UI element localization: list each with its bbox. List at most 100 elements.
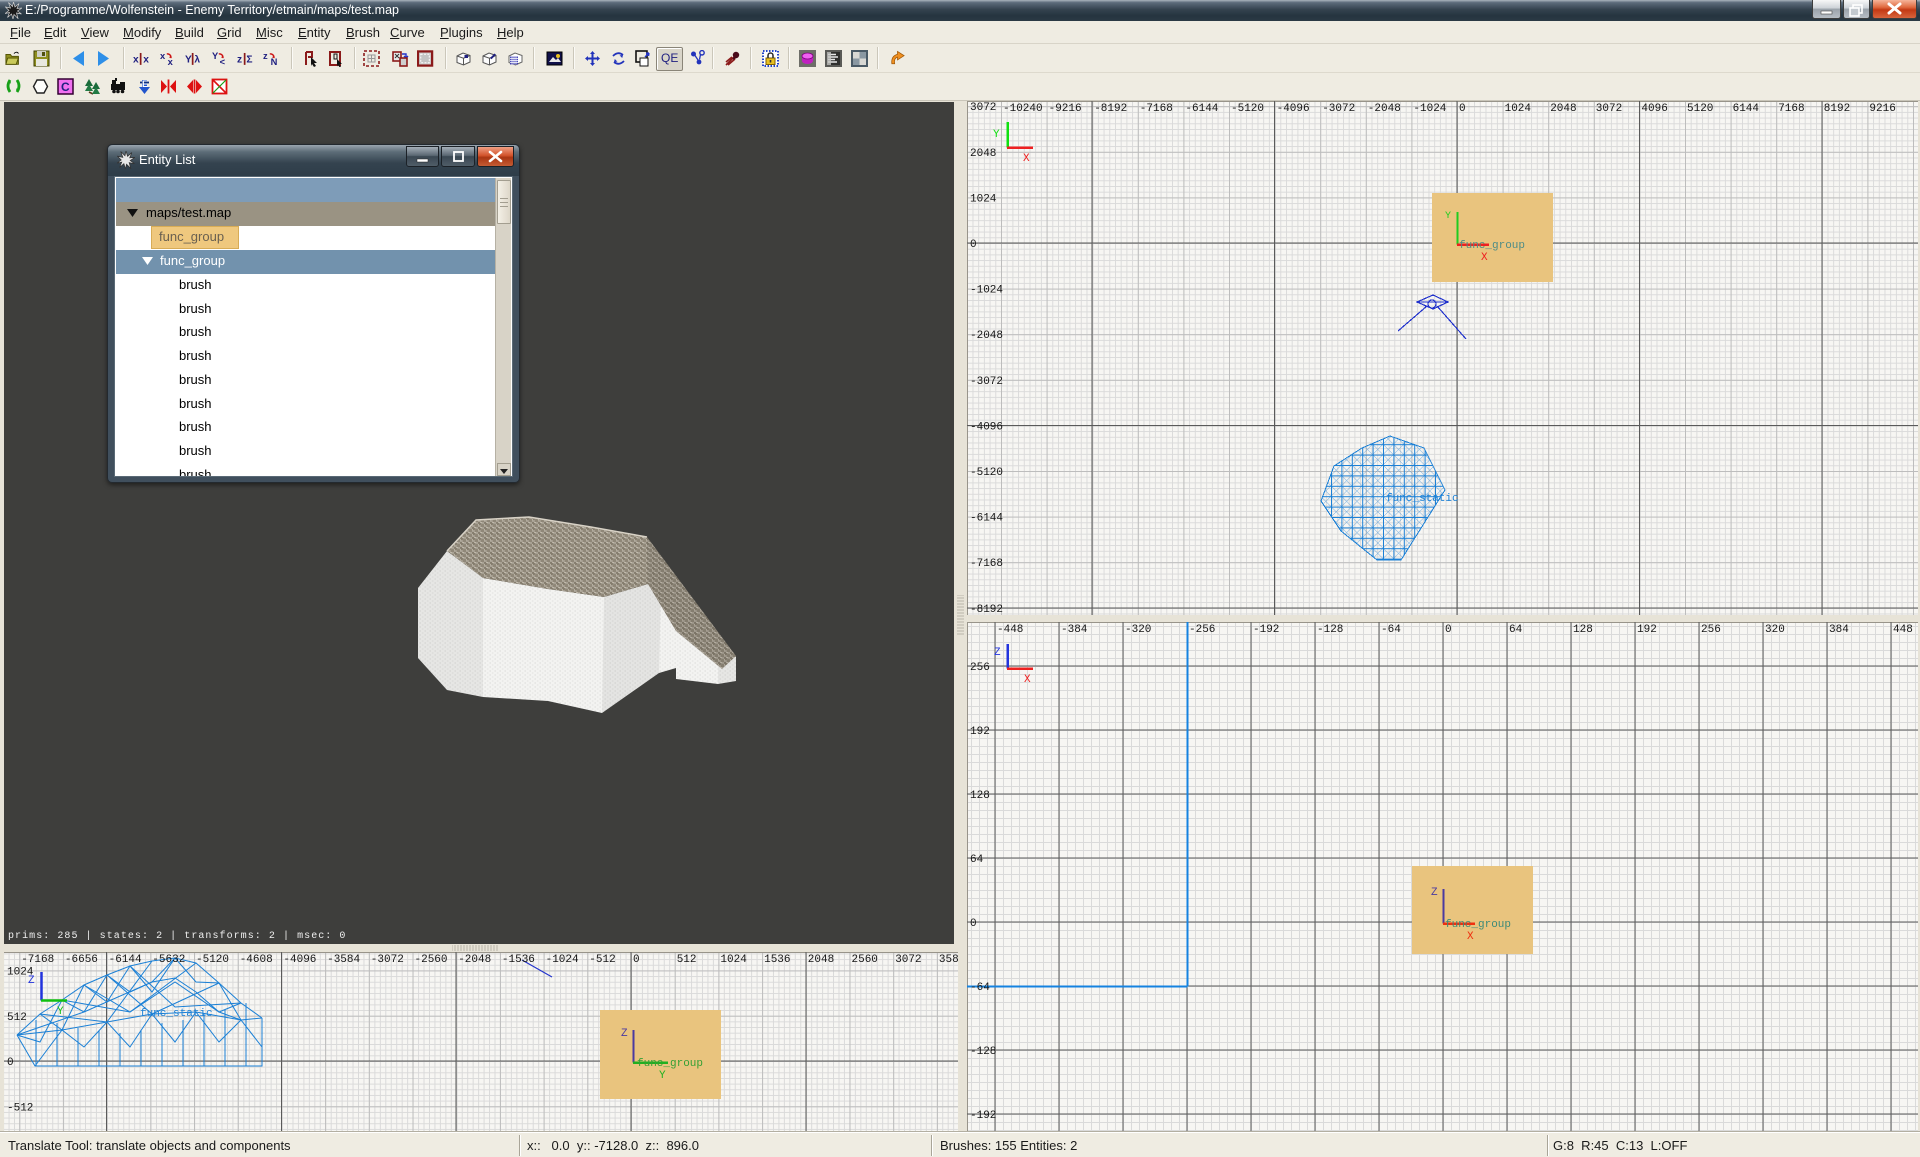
svg-text:-9216: -9216	[1049, 103, 1082, 115]
svg-text:X: X	[1481, 252, 1488, 264]
svg-text:-1024: -1024	[1413, 103, 1446, 115]
svg-text:-3072: -3072	[970, 376, 1003, 388]
svg-text:-4096: -4096	[283, 954, 316, 966]
svg-text:384: 384	[1829, 624, 1849, 636]
svg-text:Z: Z	[28, 975, 35, 987]
svg-text:-384: -384	[1061, 624, 1088, 636]
svg-text:0: 0	[7, 1057, 14, 1069]
svg-text:Y: Y	[185, 54, 192, 65]
svg-text:256: 256	[970, 662, 990, 674]
svg-text:5120: 5120	[1687, 103, 1713, 115]
svg-text:func_group: func_group	[1445, 919, 1511, 931]
svg-text:2048: 2048	[1550, 103, 1576, 115]
svg-text:x: x	[168, 57, 174, 67]
svg-text:func_static: func_static	[140, 1008, 213, 1020]
svg-text:func_group: func_group	[637, 1058, 703, 1070]
svg-text:-6144: -6144	[109, 954, 142, 966]
svg-text:-7168: -7168	[1140, 103, 1173, 115]
svg-text:0: 0	[970, 239, 977, 251]
svg-text:-3584: -3584	[327, 954, 360, 966]
svg-text:2560: 2560	[852, 954, 878, 966]
svg-text:6144: 6144	[1733, 103, 1760, 115]
svg-text:-128: -128	[970, 1046, 996, 1058]
svg-text:3072: 3072	[1596, 103, 1622, 115]
svg-text:-5120: -5120	[1231, 103, 1264, 115]
svg-text:8192: 8192	[1824, 103, 1850, 115]
svg-text:-4096: -4096	[1277, 103, 1310, 115]
svg-text:-6656: -6656	[65, 954, 98, 966]
svg-text:3072: 3072	[895, 954, 921, 966]
svg-text:X: X	[1467, 931, 1474, 943]
svg-text:-3072: -3072	[1322, 103, 1355, 115]
svg-text:Z: Z	[621, 1028, 628, 1040]
svg-text:Y: Y	[993, 129, 1000, 141]
svg-text:192: 192	[970, 726, 990, 738]
svg-text:<: <	[220, 57, 226, 67]
svg-text:-320: -320	[1125, 624, 1151, 636]
svg-text:Σ: Σ	[246, 54, 252, 65]
svg-text:0: 0	[1445, 624, 1452, 636]
svg-text:64: 64	[970, 854, 984, 866]
svg-text:-512: -512	[7, 1102, 33, 1114]
svg-text:0: 0	[633, 954, 640, 966]
svg-text:-4096: -4096	[970, 421, 1003, 433]
svg-text:0: 0	[1459, 103, 1466, 115]
svg-text:-4608: -4608	[240, 954, 273, 966]
svg-text:x: x	[160, 51, 166, 61]
svg-text:2048: 2048	[970, 148, 996, 160]
svg-text:Y: Y	[1445, 211, 1451, 222]
svg-text:-256: -256	[1189, 624, 1215, 636]
svg-text:7168: 7168	[1778, 103, 1804, 115]
svg-text:X: X	[1023, 153, 1030, 165]
svg-text:64: 64	[1509, 624, 1523, 636]
svg-text:-192: -192	[970, 1110, 996, 1122]
svg-text:Y: Y	[212, 51, 219, 61]
svg-text:-8192: -8192	[970, 604, 1003, 615]
svg-text:z: z	[237, 54, 242, 65]
svg-text:Z: Z	[1431, 887, 1438, 899]
svg-text:-1536: -1536	[502, 954, 535, 966]
svg-text:3072: 3072	[970, 102, 996, 114]
svg-text:-2048: -2048	[1368, 103, 1401, 115]
svg-text:-3072: -3072	[371, 954, 404, 966]
svg-text:128: 128	[1573, 624, 1593, 636]
svg-text:-2560: -2560	[415, 954, 448, 966]
svg-text:Y: Y	[659, 1070, 666, 1082]
svg-text:1024: 1024	[970, 193, 997, 205]
svg-text:192: 192	[1637, 624, 1657, 636]
svg-text:λ: λ	[194, 54, 200, 65]
svg-text:-8192: -8192	[1094, 103, 1127, 115]
svg-text:128: 128	[970, 790, 990, 802]
svg-text:x: x	[143, 54, 149, 65]
svg-text:0: 0	[970, 918, 977, 930]
svg-text:-2048: -2048	[458, 954, 491, 966]
svg-text:Z: Z	[994, 647, 1001, 659]
svg-text:-64: -64	[970, 982, 990, 994]
svg-text:-5632: -5632	[152, 954, 185, 966]
svg-text:2048: 2048	[808, 954, 834, 966]
svg-text:-10240: -10240	[1003, 103, 1043, 115]
svg-text:-2048: -2048	[970, 330, 1003, 342]
svg-text:func_static: func_static	[1386, 493, 1459, 505]
svg-text:Y: Y	[57, 1006, 64, 1018]
svg-text:320: 320	[1765, 624, 1785, 636]
svg-text:448: 448	[1893, 624, 1913, 636]
svg-text:-1024: -1024	[546, 954, 579, 966]
svg-text:-448: -448	[997, 624, 1023, 636]
svg-text:-128: -128	[1317, 624, 1343, 636]
svg-text:-192: -192	[1253, 624, 1279, 636]
svg-text:1024: 1024	[720, 954, 747, 966]
svg-text:-6144: -6144	[970, 513, 1003, 525]
svg-text:z: z	[263, 51, 268, 61]
svg-text:func_group: func_group	[1459, 240, 1525, 252]
svg-text:-512: -512	[589, 954, 615, 966]
svg-text:-7168: -7168	[21, 954, 54, 966]
svg-text:-64: -64	[1381, 624, 1401, 636]
svg-text:-1024: -1024	[970, 285, 1003, 297]
svg-text:C: C	[61, 80, 70, 94]
svg-text:-7168: -7168	[970, 558, 1003, 570]
svg-text:-5120: -5120	[196, 954, 229, 966]
svg-text:1024: 1024	[1505, 103, 1532, 115]
svg-text:1536: 1536	[764, 954, 790, 966]
svg-text:512: 512	[677, 954, 697, 966]
